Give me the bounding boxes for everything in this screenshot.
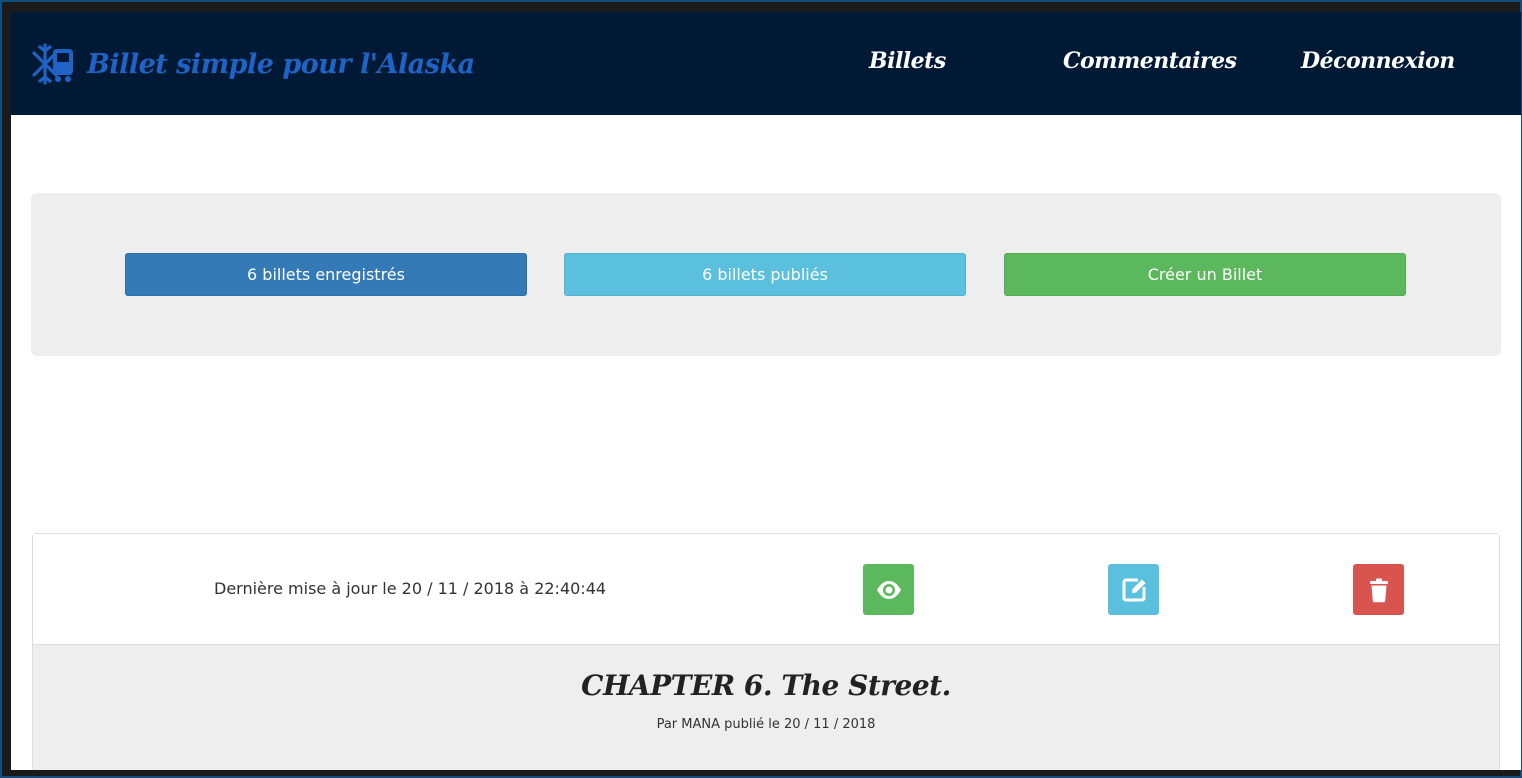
browser-viewport: Billet simple pour l'Alaska Billets Comm…: [11, 12, 1521, 770]
saved-posts-button[interactable]: 6 billets enregistrés: [125, 253, 527, 296]
post-card-header: Dernière mise à jour le 20 / 11 / 2018 à…: [33, 534, 1499, 645]
view-post-button[interactable]: [863, 564, 914, 615]
delete-post-button[interactable]: [1353, 564, 1404, 615]
edit-icon: [1122, 578, 1145, 601]
create-post-button[interactable]: Créer un Billet: [1004, 253, 1406, 296]
eye-icon: [876, 580, 901, 599]
stats-panel: 6 billets enregistrés 6 billets publiés …: [31, 193, 1501, 356]
post-card: Dernière mise à jour le 20 / 11 / 2018 à…: [32, 533, 1500, 770]
post-card-body: CHAPTER 6. The Street. Par MANA publié l…: [33, 645, 1499, 770]
nav-link-billets[interactable]: Billets: [869, 48, 946, 74]
window-frame: Billet simple pour l'Alaska Billets Comm…: [0, 0, 1522, 778]
last-updated-text: Dernière mise à jour le 20 / 11 / 2018 à…: [214, 579, 607, 598]
resize-grip-icon[interactable]: [1481, 766, 1497, 770]
edit-post-button[interactable]: [1108, 564, 1159, 615]
post-title[interactable]: CHAPTER 6. The Street.: [33, 669, 1499, 702]
snowflake-train-icon: [32, 43, 73, 85]
navbar: Billet simple pour l'Alaska Billets Comm…: [11, 12, 1521, 115]
trash-icon: [1369, 578, 1388, 602]
nav-link-deconnexion[interactable]: Déconnexion: [1301, 48, 1455, 74]
brand-title: Billet simple pour l'Alaska: [87, 48, 475, 80]
brand-link[interactable]: Billet simple pour l'Alaska: [31, 39, 475, 89]
nav-link-commentaires[interactable]: Commentaires: [1063, 48, 1237, 74]
published-posts-button[interactable]: 6 billets publiés: [564, 253, 966, 296]
post-author-date: Par MANA publié le 20 / 11 / 2018: [656, 717, 876, 732]
